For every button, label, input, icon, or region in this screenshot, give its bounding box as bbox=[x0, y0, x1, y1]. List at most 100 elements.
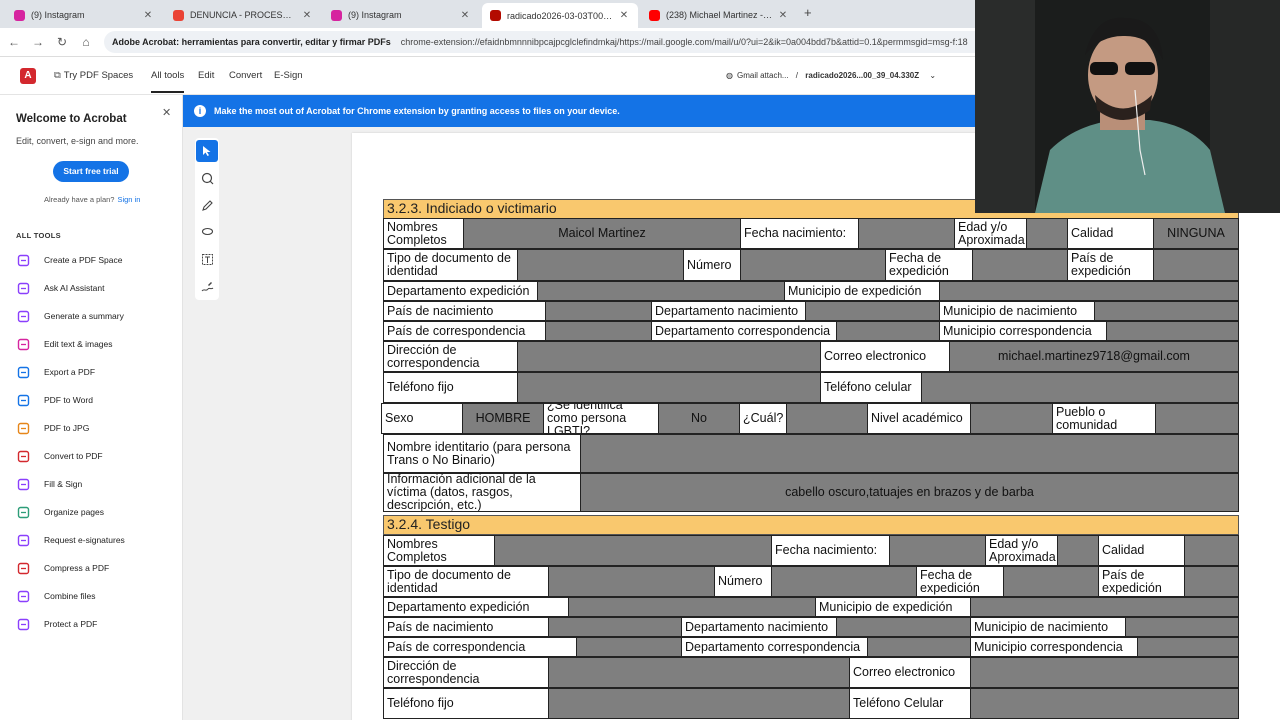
fill-sign-icon bbox=[16, 477, 30, 491]
pdf-page bbox=[352, 133, 1280, 720]
sidebar-title: Welcome to Acrobat bbox=[16, 113, 127, 125]
sidebar-tool-item[interactable]: Combine files bbox=[16, 586, 176, 606]
export-pdf-icon bbox=[16, 365, 30, 379]
new-tab-icon[interactable]: + bbox=[804, 5, 818, 20]
close-tab-icon[interactable]: ✕ bbox=[142, 10, 154, 21]
text-box-icon[interactable] bbox=[196, 248, 218, 270]
convert-to-pdf-icon bbox=[16, 449, 30, 463]
sidebar-tool-label: PDF to Word bbox=[44, 395, 93, 405]
sign-in-link[interactable]: Sign in bbox=[117, 195, 140, 204]
sidebar-tool-item[interactable]: Compress a PDF bbox=[16, 558, 176, 578]
sidebar-tool-item[interactable]: Create a PDF Space bbox=[16, 250, 176, 270]
sidebar-tool-label: Request e-signatures bbox=[44, 535, 125, 545]
browser-tab[interactable]: DENUNCIA - PROCESO INICIAL ✕ bbox=[165, 4, 321, 26]
back-icon[interactable]: ← bbox=[6, 34, 22, 50]
browser-tab[interactable]: (9) Instagram ✕ bbox=[6, 4, 162, 26]
combine-files-icon bbox=[16, 589, 30, 603]
tab-title: radicado2026-03-03T00_39_04 bbox=[507, 10, 614, 21]
pdf-spaces-icon: ⧉ bbox=[54, 70, 61, 81]
try-pdf-spaces-label: Try PDF Spaces bbox=[63, 70, 134, 81]
browser-tab[interactable]: (9) Instagram ✕ bbox=[323, 4, 479, 26]
tab-title: (238) Michael Martinez - YouTube bbox=[666, 10, 773, 20]
reload-icon[interactable]: ↻ bbox=[54, 34, 70, 50]
highlight-pen-icon[interactable] bbox=[196, 194, 218, 216]
sidebar-tool-item[interactable]: Request e-signatures bbox=[16, 530, 176, 550]
breadcrumb-separator: / bbox=[795, 71, 799, 80]
youtube-icon bbox=[649, 9, 660, 21]
close-tab-icon[interactable]: ✕ bbox=[301, 10, 313, 21]
close-icon[interactable]: ✕ bbox=[162, 106, 171, 119]
sidebar-tool-label: Organize pages bbox=[44, 507, 105, 517]
sidebar-tool-label: Convert to PDF bbox=[44, 451, 103, 461]
tab-title: (9) Instagram bbox=[31, 10, 85, 20]
address-bar[interactable]: Adobe Acrobat: herramientas para convert… bbox=[104, 31, 1004, 53]
menu-esign[interactable]: E-Sign bbox=[274, 70, 303, 81]
all-tools-heading: ALL TOOLS bbox=[16, 231, 61, 240]
instagram-icon bbox=[331, 9, 342, 21]
start-free-trial-button[interactable]: Start free trial bbox=[53, 161, 129, 182]
protect-pdf-icon bbox=[16, 617, 30, 631]
sidebar-tool-item[interactable]: Export a PDF bbox=[16, 362, 176, 382]
browser-tab[interactable]: (238) Michael Martinez - YouTube ✕ bbox=[641, 4, 797, 26]
sidebar-tool-label: Fill & Sign bbox=[44, 479, 83, 489]
acrobat-logo-icon[interactable]: A bbox=[20, 68, 36, 84]
sidebar-tool-item[interactable]: Protect a PDF bbox=[16, 614, 176, 634]
close-tab-icon[interactable]: ✕ bbox=[459, 10, 471, 21]
select-cursor-icon[interactable] bbox=[196, 140, 218, 162]
menu-all-tools[interactable]: All tools bbox=[151, 70, 185, 93]
sidebar-tool-label: Generate a summary bbox=[44, 311, 124, 321]
pdf-to-word-icon bbox=[16, 393, 30, 407]
close-tab-icon[interactable]: ✕ bbox=[777, 10, 789, 21]
banner-text: Make the most out of Acrobat for Chrome … bbox=[214, 106, 620, 116]
sidebar: Welcome to Acrobat ✕ Edit, convert, e-si… bbox=[0, 95, 183, 720]
source-label: Gmail attach... bbox=[736, 71, 789, 80]
have-plan-label: Already have a plan? bbox=[44, 195, 115, 204]
sidebar-tool-label: Ask AI Assistant bbox=[44, 283, 105, 293]
pdf-space-icon bbox=[16, 253, 30, 267]
menu-convert[interactable]: Convert bbox=[229, 70, 262, 81]
browser-tab-active[interactable]: radicado2026-03-03T00_39_04 ✕ bbox=[482, 3, 638, 28]
sidebar-tool-label: Edit text & images bbox=[44, 339, 113, 349]
sidebar-tool-item[interactable]: Organize pages bbox=[16, 502, 176, 522]
comment-icon[interactable] bbox=[196, 167, 218, 189]
tab-title: DENUNCIA - PROCESO INICIAL bbox=[190, 10, 297, 20]
sidebar-tool-item[interactable]: Ask AI Assistant bbox=[16, 278, 176, 298]
home-icon[interactable]: ⌂ bbox=[78, 34, 94, 50]
lasso-icon[interactable] bbox=[196, 221, 218, 243]
sidebar-tool-label: Combine files bbox=[44, 591, 96, 601]
sidebar-tool-item[interactable]: PDF to JPG bbox=[16, 418, 176, 438]
instagram-icon bbox=[14, 9, 25, 21]
close-tab-icon[interactable]: ✕ bbox=[618, 10, 630, 21]
vertical-toolbar bbox=[195, 138, 219, 300]
pdf-to-jpg-icon bbox=[16, 421, 30, 435]
chevron-down-icon[interactable]: ⌄ bbox=[929, 71, 936, 80]
forward-icon[interactable]: → bbox=[30, 34, 46, 50]
sidebar-tool-label: PDF to JPG bbox=[44, 423, 90, 433]
webcam-overlay bbox=[975, 0, 1280, 213]
gmail-icon bbox=[173, 9, 184, 21]
try-pdf-spaces-button[interactable]: ⧉ Try PDF Spaces bbox=[54, 70, 133, 81]
sidebar-tool-item[interactable]: Edit text & images bbox=[16, 334, 176, 354]
file-breadcrumb[interactable]: ◍ Gmail attach... / radicado2026...00_39_… bbox=[726, 71, 936, 80]
url-text: chrome-extension://efaidnbmnnnibpcajpcgl… bbox=[400, 37, 968, 47]
sidebar-tool-label: Compress a PDF bbox=[44, 563, 110, 573]
edit-text-icon bbox=[16, 337, 30, 351]
sidebar-tool-label: Protect a PDF bbox=[44, 619, 98, 629]
acrobat-icon bbox=[490, 10, 501, 21]
webcam-person-image bbox=[975, 0, 1280, 213]
ai-assistant-icon bbox=[16, 281, 30, 295]
sidebar-tool-item[interactable]: PDF to Word bbox=[16, 390, 176, 410]
compress-pdf-icon bbox=[16, 561, 30, 575]
signature-icon[interactable] bbox=[196, 275, 218, 297]
summary-icon bbox=[16, 309, 30, 323]
info-icon: i bbox=[194, 105, 206, 117]
sidebar-tool-label: Export a PDF bbox=[44, 367, 96, 377]
sidebar-tool-item[interactable]: Convert to PDF bbox=[16, 446, 176, 466]
sidebar-tool-item[interactable]: Generate a summary bbox=[16, 306, 176, 326]
tab-title: (9) Instagram bbox=[348, 10, 402, 20]
sidebar-tool-item[interactable]: Fill & Sign bbox=[16, 474, 176, 494]
menu-edit[interactable]: Edit bbox=[198, 70, 214, 81]
file-name: radicado2026...00_39_04.330Z bbox=[805, 71, 920, 80]
sidebar-subtitle: Edit, convert, e-sign and more. bbox=[16, 136, 139, 146]
app-window: (9) Instagram ✕ DENUNCIA - PROCESO INICI… bbox=[0, 0, 1280, 720]
